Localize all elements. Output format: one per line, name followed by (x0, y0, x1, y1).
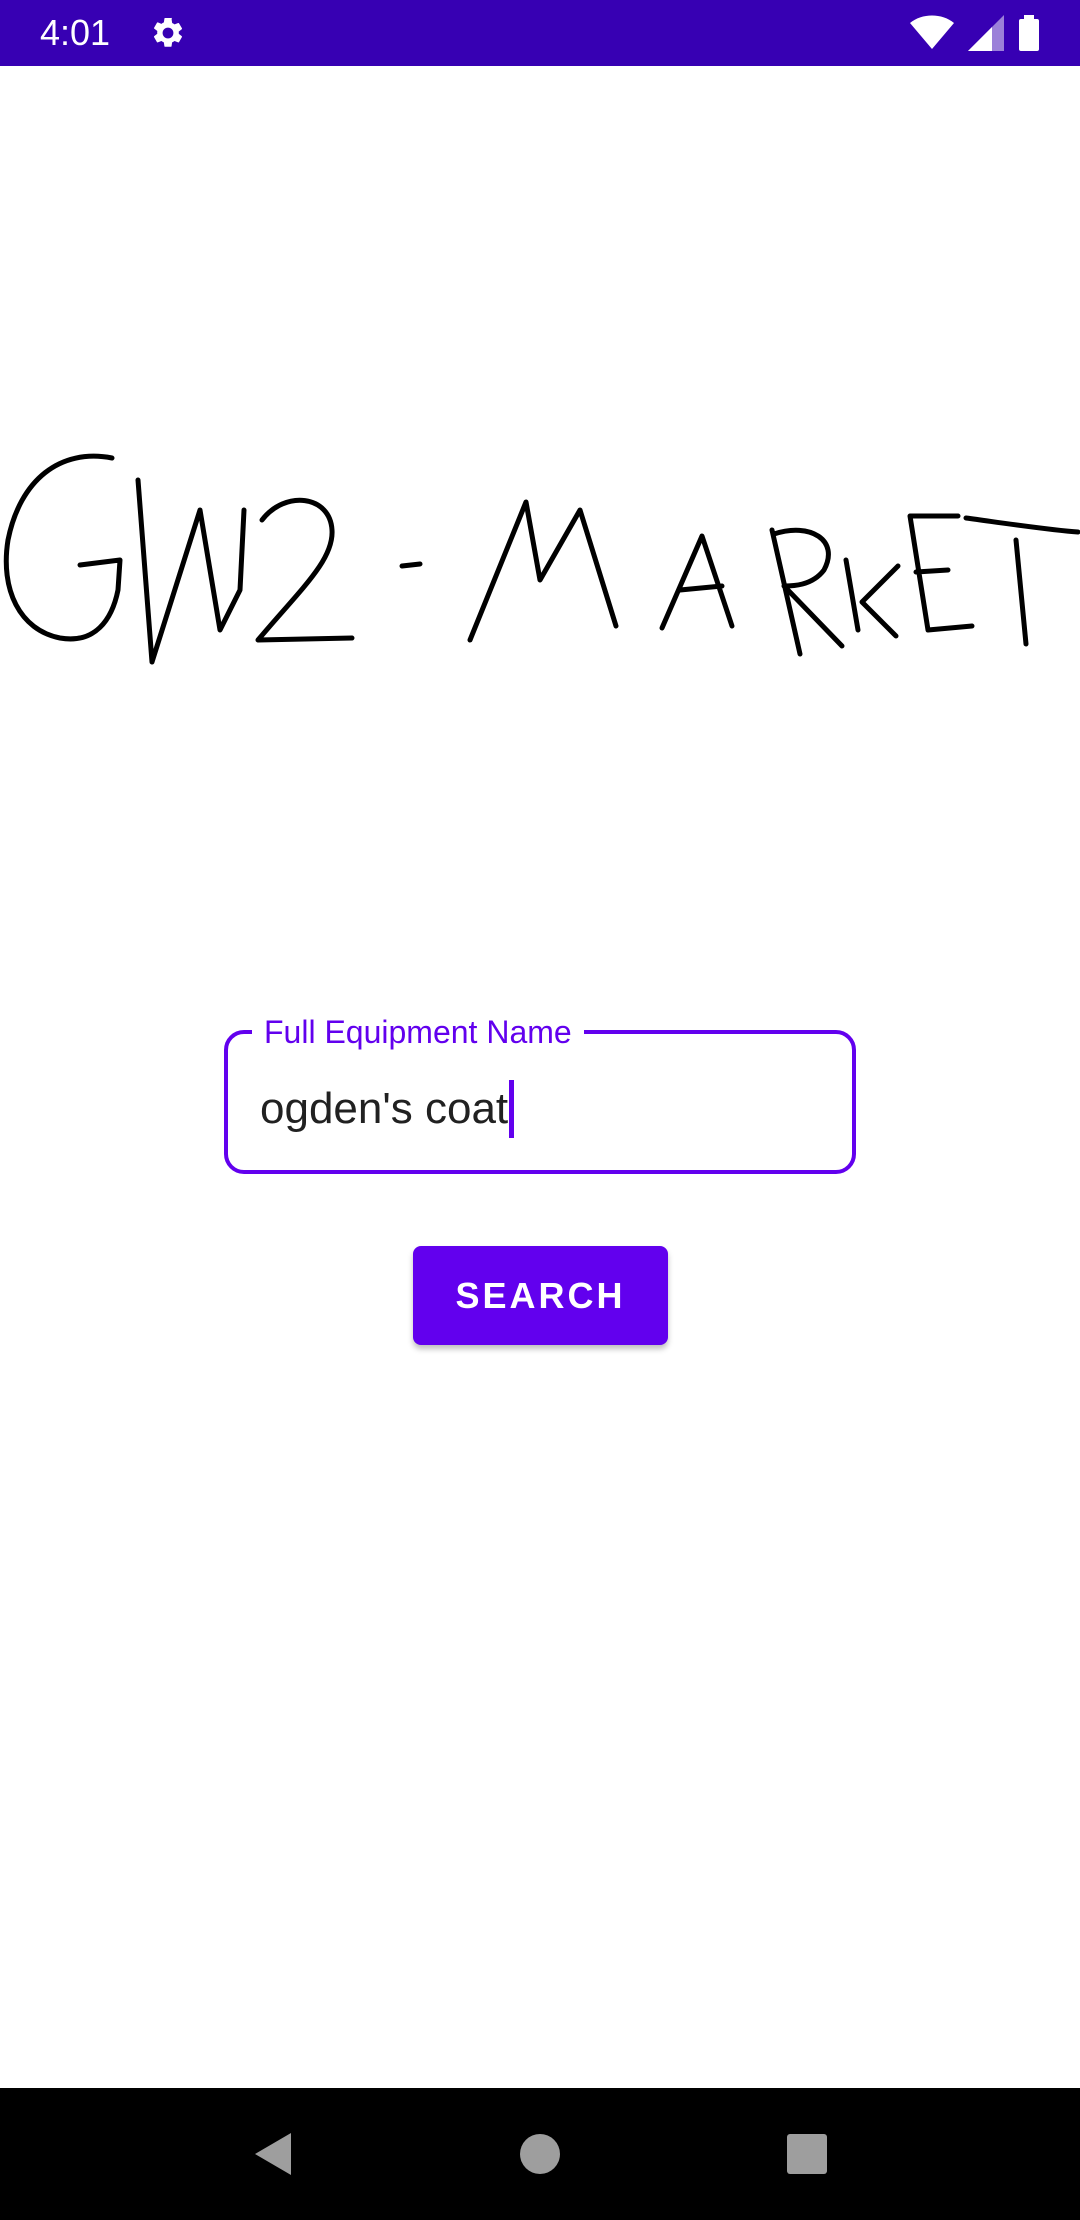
app-logo (0, 440, 1080, 680)
equipment-name-input[interactable]: ogden's coat (260, 1080, 515, 1138)
navigation-bar (0, 2088, 1080, 2220)
back-icon[interactable] (223, 2104, 323, 2204)
field-value-text: ogden's coat (260, 1084, 509, 1133)
signal-icon (968, 15, 1004, 51)
battery-icon (1018, 15, 1040, 51)
recents-icon[interactable] (757, 2104, 857, 2204)
wifi-icon (910, 15, 954, 51)
field-label: Full Equipment Name (252, 1012, 584, 1052)
status-time: 4:01 (40, 12, 111, 53)
status-icons (910, 0, 1040, 66)
equipment-name-field[interactable]: Full Equipment Name ogden's coat (224, 1012, 856, 1174)
status-bar: 4:01 (0, 0, 1080, 66)
settings-icon (150, 15, 186, 51)
text-caret (509, 1080, 515, 1138)
search-button[interactable]: SEARCH (413, 1246, 668, 1345)
home-icon[interactable] (490, 2104, 590, 2204)
